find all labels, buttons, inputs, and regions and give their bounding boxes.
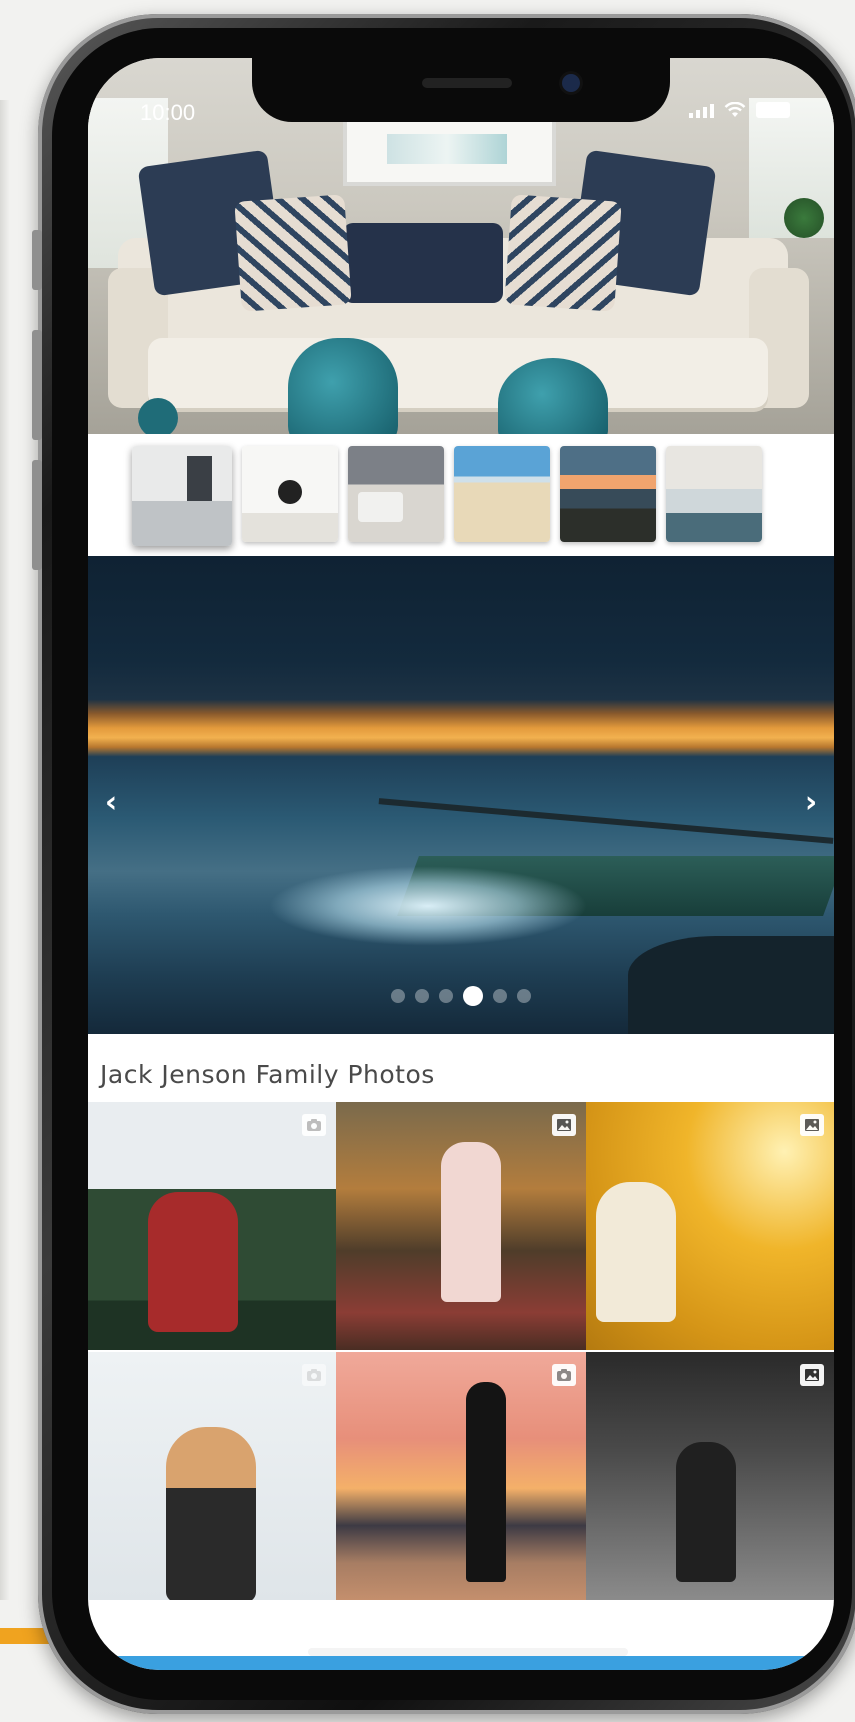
speaker-grille bbox=[422, 78, 512, 88]
thumbnail-beach[interactable] bbox=[454, 446, 550, 542]
carousel-dot[interactable] bbox=[493, 989, 507, 1003]
carousel-next-button[interactable]: › bbox=[796, 782, 826, 822]
carousel-dot-active[interactable] bbox=[463, 986, 483, 1006]
thumbnail-bedroom-dark[interactable] bbox=[348, 446, 444, 542]
gallery-title: Jack Jenson Family Photos bbox=[100, 1060, 435, 1089]
gallery-photo[interactable] bbox=[586, 1102, 834, 1350]
carousel-dot[interactable] bbox=[391, 989, 405, 1003]
signal-icon bbox=[689, 104, 714, 118]
image-icon bbox=[800, 1114, 824, 1136]
thumbnail-bathroom[interactable] bbox=[132, 446, 232, 546]
bottom-tab-bar bbox=[88, 1656, 834, 1670]
status-icons bbox=[689, 102, 790, 118]
background-page-edge bbox=[0, 100, 10, 1600]
gallery-photo[interactable] bbox=[586, 1352, 834, 1600]
image-carousel[interactable]: ‹ › bbox=[88, 556, 834, 1034]
carousel-prev-button[interactable]: ‹ bbox=[96, 782, 126, 822]
carousel-pagination bbox=[88, 986, 834, 1006]
thumbnail-entryway[interactable] bbox=[242, 446, 338, 542]
carousel-dot[interactable] bbox=[517, 989, 531, 1003]
carousel-dot[interactable] bbox=[415, 989, 429, 1003]
front-camera bbox=[562, 74, 580, 92]
image-icon bbox=[800, 1364, 824, 1386]
image-icon bbox=[552, 1114, 576, 1136]
phone-screen: 10:00 ‹ › Jack Jenson Family Photos bbox=[88, 58, 834, 1670]
silent-switch bbox=[32, 230, 42, 290]
gallery-photo[interactable] bbox=[88, 1352, 336, 1600]
thumbnail-bedroom-light[interactable] bbox=[666, 446, 762, 542]
gallery-photo[interactable] bbox=[336, 1102, 586, 1350]
volume-up-button bbox=[32, 330, 42, 440]
volume-down-button bbox=[32, 460, 42, 570]
gallery-photo[interactable] bbox=[88, 1102, 336, 1350]
camera-icon bbox=[552, 1364, 576, 1386]
camera-icon bbox=[302, 1364, 326, 1386]
home-indicator[interactable] bbox=[308, 1648, 628, 1656]
wifi-icon bbox=[724, 102, 746, 117]
carousel-dot[interactable] bbox=[439, 989, 453, 1003]
thumbnail-strip bbox=[132, 446, 762, 546]
thumbnail-sunset-pier[interactable] bbox=[560, 446, 656, 542]
notch bbox=[252, 58, 670, 122]
status-time: 10:00 bbox=[140, 100, 196, 125]
camera-icon bbox=[302, 1114, 326, 1136]
gallery-photo[interactable] bbox=[336, 1352, 586, 1600]
battery-icon bbox=[756, 102, 790, 118]
photo-grid bbox=[88, 1102, 834, 1600]
